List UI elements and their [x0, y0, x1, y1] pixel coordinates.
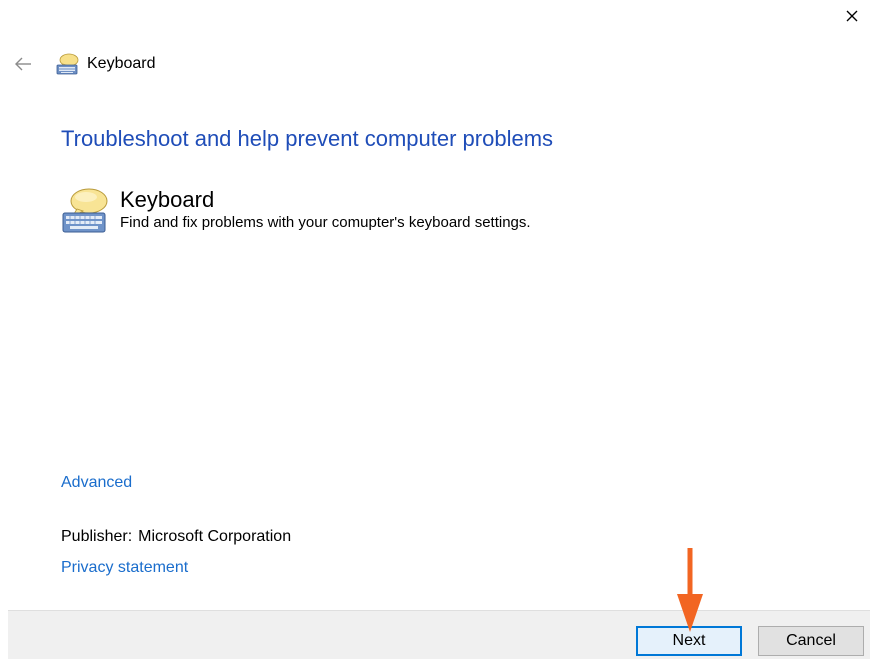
- privacy-statement-link[interactable]: Privacy statement: [61, 559, 188, 577]
- close-icon: [846, 10, 858, 22]
- troubleshooter-item: Keyboard Find and fix problems with your…: [60, 186, 531, 236]
- navigation-bar: Keyboard: [12, 50, 156, 78]
- back-button[interactable]: [12, 53, 34, 75]
- keyboard-troubleshooter-icon: [56, 52, 80, 76]
- back-arrow-icon: [15, 57, 31, 71]
- next-button[interactable]: Next: [636, 626, 742, 656]
- troubleshooter-name: Keyboard: [120, 187, 215, 212]
- cancel-button[interactable]: Cancel: [758, 626, 864, 656]
- publisher-value: Microsoft Corporation: [138, 528, 292, 545]
- troubleshooter-window: Keyboard Troubleshoot and help prevent c…: [0, 0, 870, 659]
- page-heading: Troubleshoot and help prevent computer p…: [61, 126, 554, 151]
- troubleshooter-text: Keyboard Find and fix problems with your…: [120, 186, 531, 232]
- close-button[interactable]: [840, 4, 864, 28]
- window-title: Keyboard: [87, 55, 156, 72]
- advanced-link[interactable]: Advanced: [61, 474, 132, 492]
- footer-bar: Next Cancel: [8, 610, 870, 659]
- troubleshooter-description: Find and fix problems with your comupter…: [120, 214, 531, 231]
- keyboard-speech-bubble-icon: [62, 188, 108, 233]
- publisher-label: Publisher:: [61, 528, 133, 545]
- publisher-info: Publisher: Microsoft Corporation: [61, 528, 291, 546]
